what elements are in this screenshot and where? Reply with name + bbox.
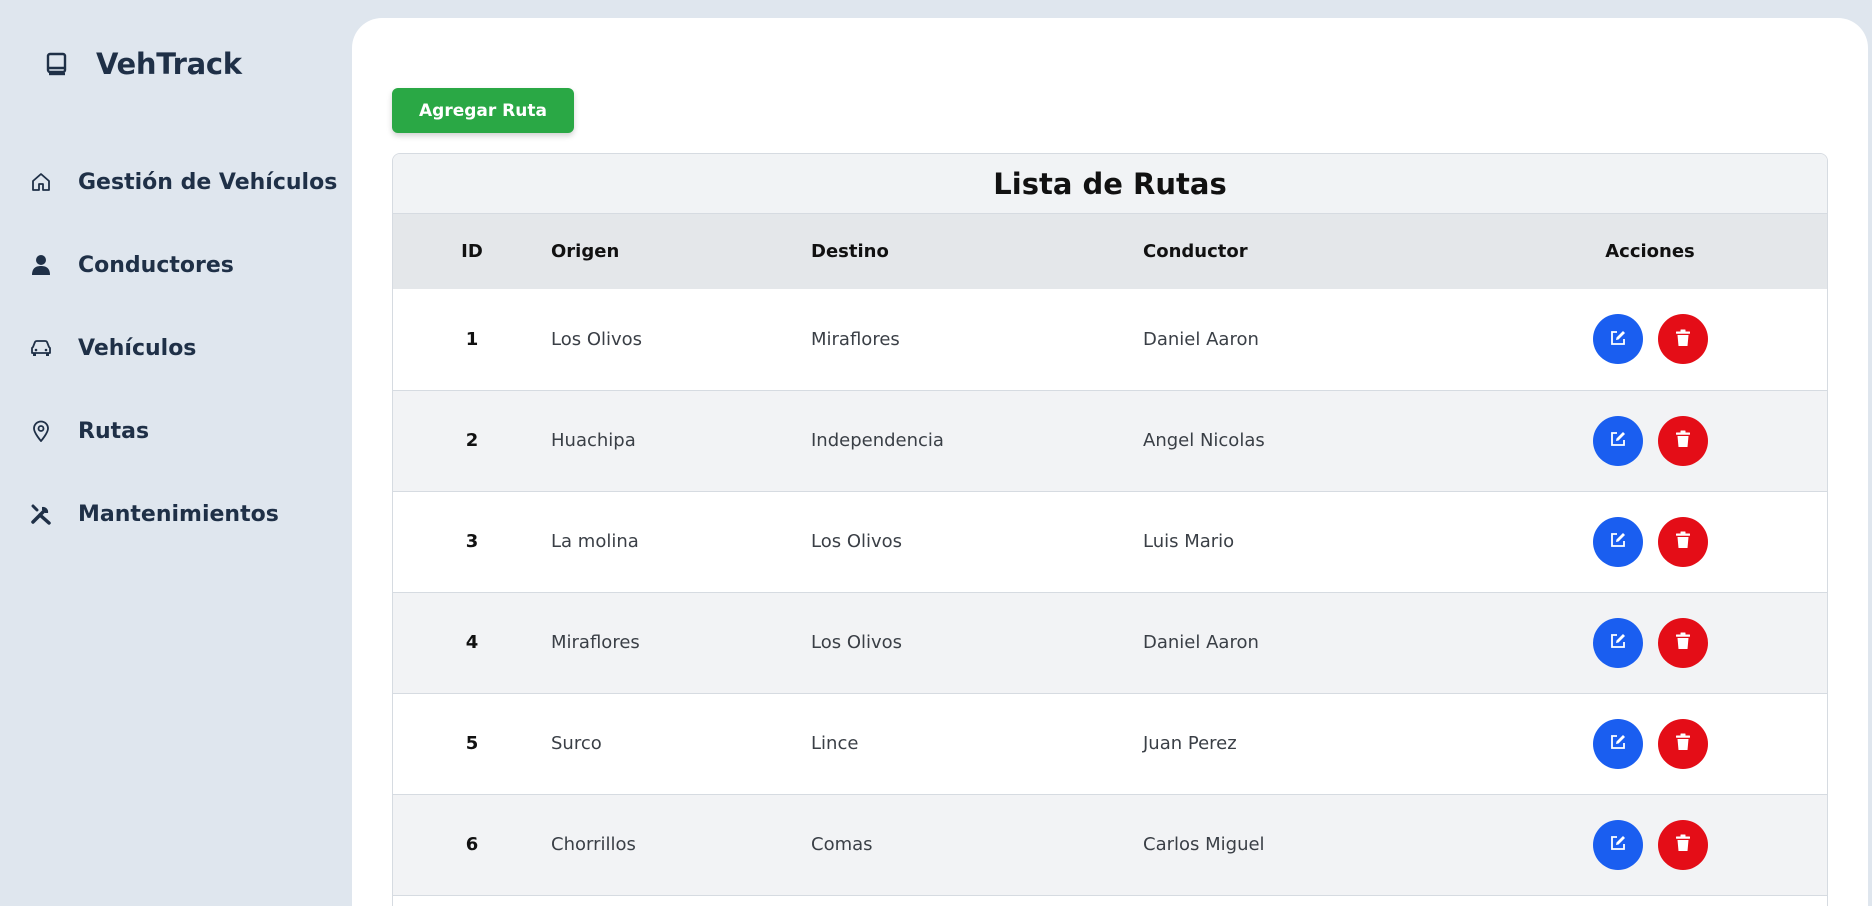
cell-acciones [1473, 491, 1827, 592]
cell-origen: Los Olivos [551, 328, 643, 350]
table-row[interactable]: 6 Chorrillos Comas Carlos Miguel [393, 794, 1827, 895]
edit-button[interactable] [1592, 314, 1643, 365]
add-route-button[interactable]: Agregar Ruta [392, 88, 574, 133]
table-row[interactable]: 4 Miraflores Los Olivos Daniel Aaron [393, 592, 1827, 693]
edit-icon [1609, 733, 1627, 754]
cell-acciones [1473, 390, 1827, 491]
cell-id: 2 [465, 430, 479, 451]
table-row[interactable]: 1 Los Olivos Miraflores Daniel Aaron [393, 289, 1827, 390]
delete-button[interactable] [1657, 516, 1708, 567]
edit-icon [1609, 632, 1627, 653]
cell-id: 6 [465, 834, 479, 855]
edit-icon [1609, 834, 1627, 855]
trash-icon [1675, 329, 1691, 350]
cell-acciones [1473, 693, 1827, 794]
sidebar-item-label: Vehículos [78, 335, 197, 361]
cell-conductor: Luis Mario [1143, 531, 1235, 552]
delete-button[interactable] [1657, 718, 1708, 769]
cell-origen: Huachipa [551, 430, 636, 451]
routes-table: ID Origen Destino Conductor Acciones 1 L… [393, 214, 1827, 896]
edit-button[interactable] [1592, 718, 1643, 769]
cell-destino: Comas [811, 834, 873, 855]
cell-origen: Miraflores [551, 632, 640, 653]
edit-icon [1609, 329, 1627, 350]
sidebar-item-gestion-vehiculos[interactable]: Gestión de Vehículos [28, 162, 337, 202]
cell-id: 5 [465, 733, 479, 754]
sidebar-item-mantenimientos[interactable]: Mantenimientos [28, 494, 337, 534]
delete-button[interactable] [1657, 415, 1708, 466]
table-body: 1 Los Olivos Miraflores Daniel Aaron 2 H… [393, 289, 1827, 895]
sidebar-nav: Gestión de Vehículos Conductores Vehícul… [28, 162, 337, 577]
delete-button[interactable] [1657, 314, 1708, 365]
cell-origen: Surco [551, 733, 602, 754]
cell-acciones [1473, 289, 1827, 390]
edit-button[interactable] [1592, 819, 1643, 870]
book-icon [42, 49, 72, 79]
cell-acciones [1473, 794, 1827, 895]
trash-icon [1675, 733, 1691, 754]
column-header-origen[interactable]: Origen [551, 214, 811, 289]
trash-icon [1675, 632, 1691, 653]
cell-destino: Los Olivos [811, 632, 903, 653]
sidebar-item-label: Gestión de Vehículos [78, 169, 338, 195]
cell-conductor: Carlos Miguel [1143, 834, 1265, 855]
sidebar-item-label: Mantenimientos [78, 501, 279, 527]
cell-origen: La molina [551, 531, 639, 552]
sidebar-item-label: Conductores [78, 252, 234, 278]
sidebar-item-label: Rutas [78, 418, 150, 444]
cell-id: 1 [465, 328, 479, 350]
table-row[interactable]: 2 Huachipa Independencia Angel Nicolas [393, 390, 1827, 491]
cell-conductor: Angel Nicolas [1143, 430, 1265, 451]
edit-button[interactable] [1592, 415, 1643, 466]
routes-table-card: Lista de Rutas ID Origen Destino Conduct… [392, 153, 1828, 906]
edit-icon [1609, 531, 1627, 552]
main-panel: Agregar Ruta Lista de Rutas ID Origen De… [352, 18, 1868, 906]
table-row[interactable]: 5 Surco Lince Juan Perez [393, 693, 1827, 794]
edit-icon [1609, 430, 1627, 451]
column-header-acciones: Acciones [1605, 241, 1695, 262]
sidebar-item-conductores[interactable]: Conductores [28, 245, 337, 285]
trash-icon [1675, 834, 1691, 855]
column-header-id[interactable]: ID [393, 214, 551, 289]
car-icon [28, 335, 54, 361]
cell-acciones [1473, 592, 1827, 693]
cell-id: 4 [465, 632, 479, 653]
trash-icon [1675, 531, 1691, 552]
sidebar-item-rutas[interactable]: Rutas [28, 411, 337, 451]
sidebar-item-vehiculos[interactable]: Vehículos [28, 328, 337, 368]
cell-id: 3 [465, 531, 479, 552]
table-title: Lista de Rutas [393, 154, 1827, 214]
cell-destino: Los Olivos [811, 531, 903, 552]
column-header-destino[interactable]: Destino [811, 214, 1143, 289]
delete-button[interactable] [1657, 617, 1708, 668]
cell-origen: Chorrillos [551, 834, 636, 855]
edit-button[interactable] [1592, 516, 1643, 567]
table-header-row: ID Origen Destino Conductor Acciones [393, 214, 1827, 289]
sidebar: VehTrack Gestión de Vehículos Conductore… [0, 0, 352, 906]
cell-destino: Lince [811, 733, 859, 754]
edit-button[interactable] [1592, 617, 1643, 668]
cell-conductor: Daniel Aaron [1143, 632, 1259, 653]
cell-destino: Miraflores [811, 328, 900, 350]
home-icon [28, 169, 54, 195]
user-icon [28, 252, 54, 278]
brand-name: VehTrack [96, 47, 242, 81]
cell-destino: Independencia [811, 430, 944, 451]
trash-icon [1675, 430, 1691, 451]
cell-conductor: Daniel Aaron [1143, 328, 1259, 350]
cell-conductor: Juan Perez [1143, 733, 1237, 754]
brand[interactable]: VehTrack [42, 44, 242, 84]
column-header-conductor[interactable]: Conductor [1143, 214, 1473, 289]
table-row[interactable]: 3 La molina Los Olivos Luis Mario [393, 491, 1827, 592]
tools-icon [28, 501, 54, 527]
delete-button[interactable] [1657, 819, 1708, 870]
map-pin-icon [28, 418, 54, 444]
